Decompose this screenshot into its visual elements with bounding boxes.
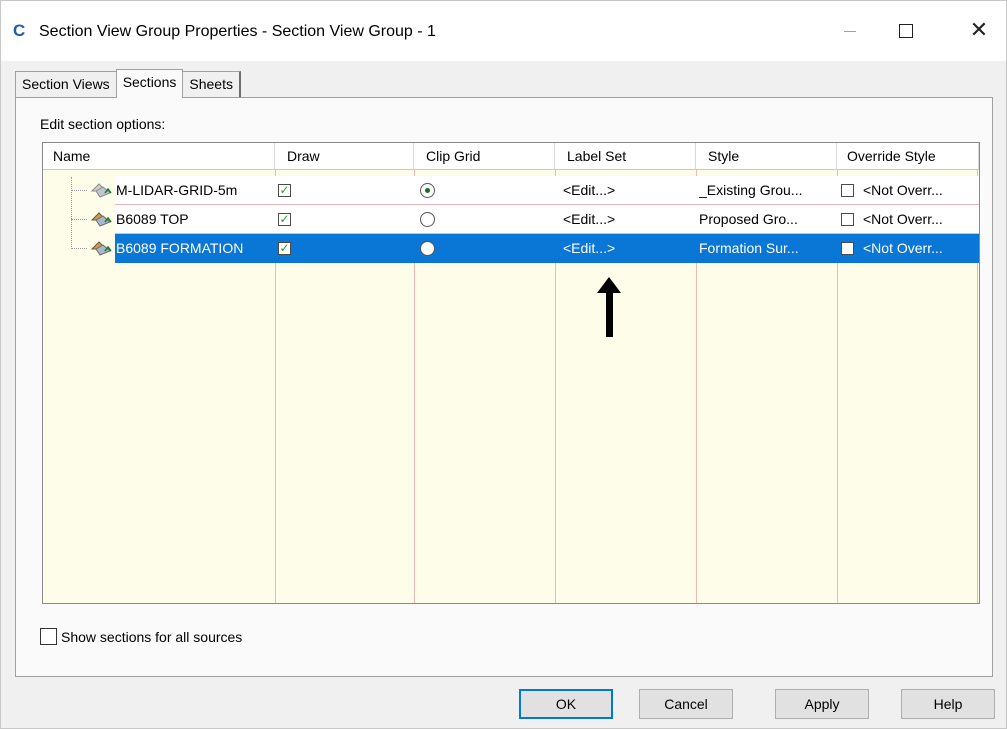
minimize-icon: [844, 30, 856, 32]
style-cell[interactable]: _Existing Grou...: [699, 176, 835, 205]
style-cell[interactable]: Formation Sur...: [699, 234, 835, 263]
close-button[interactable]: ✕: [956, 15, 1002, 47]
tab-strip: Section Views Sections Sheets: [15, 69, 241, 98]
dialog-window: C Section View Group Properties - Sectio…: [0, 0, 1007, 729]
help-button[interactable]: Help: [901, 689, 995, 719]
override-checkbox[interactable]: [841, 184, 854, 197]
override-style-cell[interactable]: <Not Overr...: [863, 176, 977, 205]
surface-icon: [90, 212, 112, 227]
table-row[interactable]: M-LIDAR-GRID-5m ✓ <Edit...> _Existing Gr…: [43, 176, 979, 205]
show-all-sources-checkbox[interactable]: [40, 628, 57, 645]
check-icon: ✓: [279, 183, 290, 197]
label-set-edit[interactable]: <Edit...>: [563, 234, 693, 263]
surface-icon: [90, 183, 112, 198]
column-header-clip-grid[interactable]: Clip Grid: [414, 143, 555, 170]
table-row-selected[interactable]: B6089 FORMATION ✓ <Edit...> Formation Su…: [43, 234, 979, 263]
override-checkbox[interactable]: [841, 213, 854, 226]
column-header-name[interactable]: Name: [43, 143, 275, 170]
check-icon: ✓: [279, 241, 290, 255]
clip-grid-radio[interactable]: [420, 183, 435, 198]
maximize-button[interactable]: [883, 15, 929, 47]
column-header-draw[interactable]: Draw: [275, 143, 414, 170]
sections-grid[interactable]: Name Draw Clip Grid Label Set Style Over…: [42, 142, 980, 604]
override-style-cell[interactable]: <Not Overr...: [863, 205, 977, 234]
annotation-arrow-icon: [597, 277, 621, 337]
row-name: M-LIDAR-GRID-5m: [116, 182, 238, 198]
radio-selected-dot: [425, 188, 430, 193]
draw-checkbox[interactable]: ✓: [278, 184, 291, 197]
override-style-cell[interactable]: <Not Overr...: [863, 234, 977, 263]
window-title: Section View Group Properties - Section …: [39, 23, 436, 40]
table-row[interactable]: B6089 TOP ✓ <Edit...> Proposed Gro... <N…: [43, 205, 979, 234]
row-name: B6089 FORMATION: [116, 240, 244, 256]
clip-grid-radio[interactable]: [420, 212, 435, 227]
check-icon: ✓: [279, 212, 290, 226]
draw-checkbox[interactable]: ✓: [278, 213, 291, 226]
tab-section-views[interactable]: Section Views: [15, 71, 117, 97]
maximize-icon: [899, 24, 913, 38]
clip-grid-radio[interactable]: [420, 241, 435, 256]
show-all-sources-label: Show sections for all sources: [61, 628, 243, 645]
title-bar: C Section View Group Properties - Sectio…: [1, 1, 1006, 61]
tab-sections[interactable]: Sections: [115, 69, 184, 98]
edit-section-options-label: Edit section options:: [40, 116, 166, 132]
surface-icon: [90, 241, 112, 256]
draw-checkbox[interactable]: ✓: [278, 242, 291, 255]
column-header-label-set[interactable]: Label Set: [555, 143, 696, 170]
tab-sheets[interactable]: Sheets: [182, 71, 241, 97]
grid-header: Name Draw Clip Grid Label Set Style Over…: [43, 143, 979, 170]
ok-button[interactable]: OK: [519, 689, 613, 719]
style-cell[interactable]: Proposed Gro...: [699, 205, 835, 234]
civil3d-app-icon: C: [13, 21, 26, 40]
cancel-button[interactable]: Cancel: [639, 689, 733, 719]
override-checkbox[interactable]: [841, 242, 854, 255]
column-header-style[interactable]: Style: [696, 143, 837, 170]
show-all-sources-option[interactable]: Show sections for all sources: [40, 628, 242, 645]
label-set-edit[interactable]: <Edit...>: [563, 176, 693, 205]
apply-button[interactable]: Apply: [775, 689, 869, 719]
sections-tab-panel: Edit section options: Name Draw Clip Gri…: [15, 97, 993, 677]
row-name: B6089 TOP: [116, 211, 189, 227]
close-icon: ✕: [969, 18, 989, 43]
column-header-override-style[interactable]: Override Style: [837, 143, 979, 170]
label-set-edit[interactable]: <Edit...>: [563, 205, 693, 234]
minimize-button[interactable]: [827, 15, 873, 47]
